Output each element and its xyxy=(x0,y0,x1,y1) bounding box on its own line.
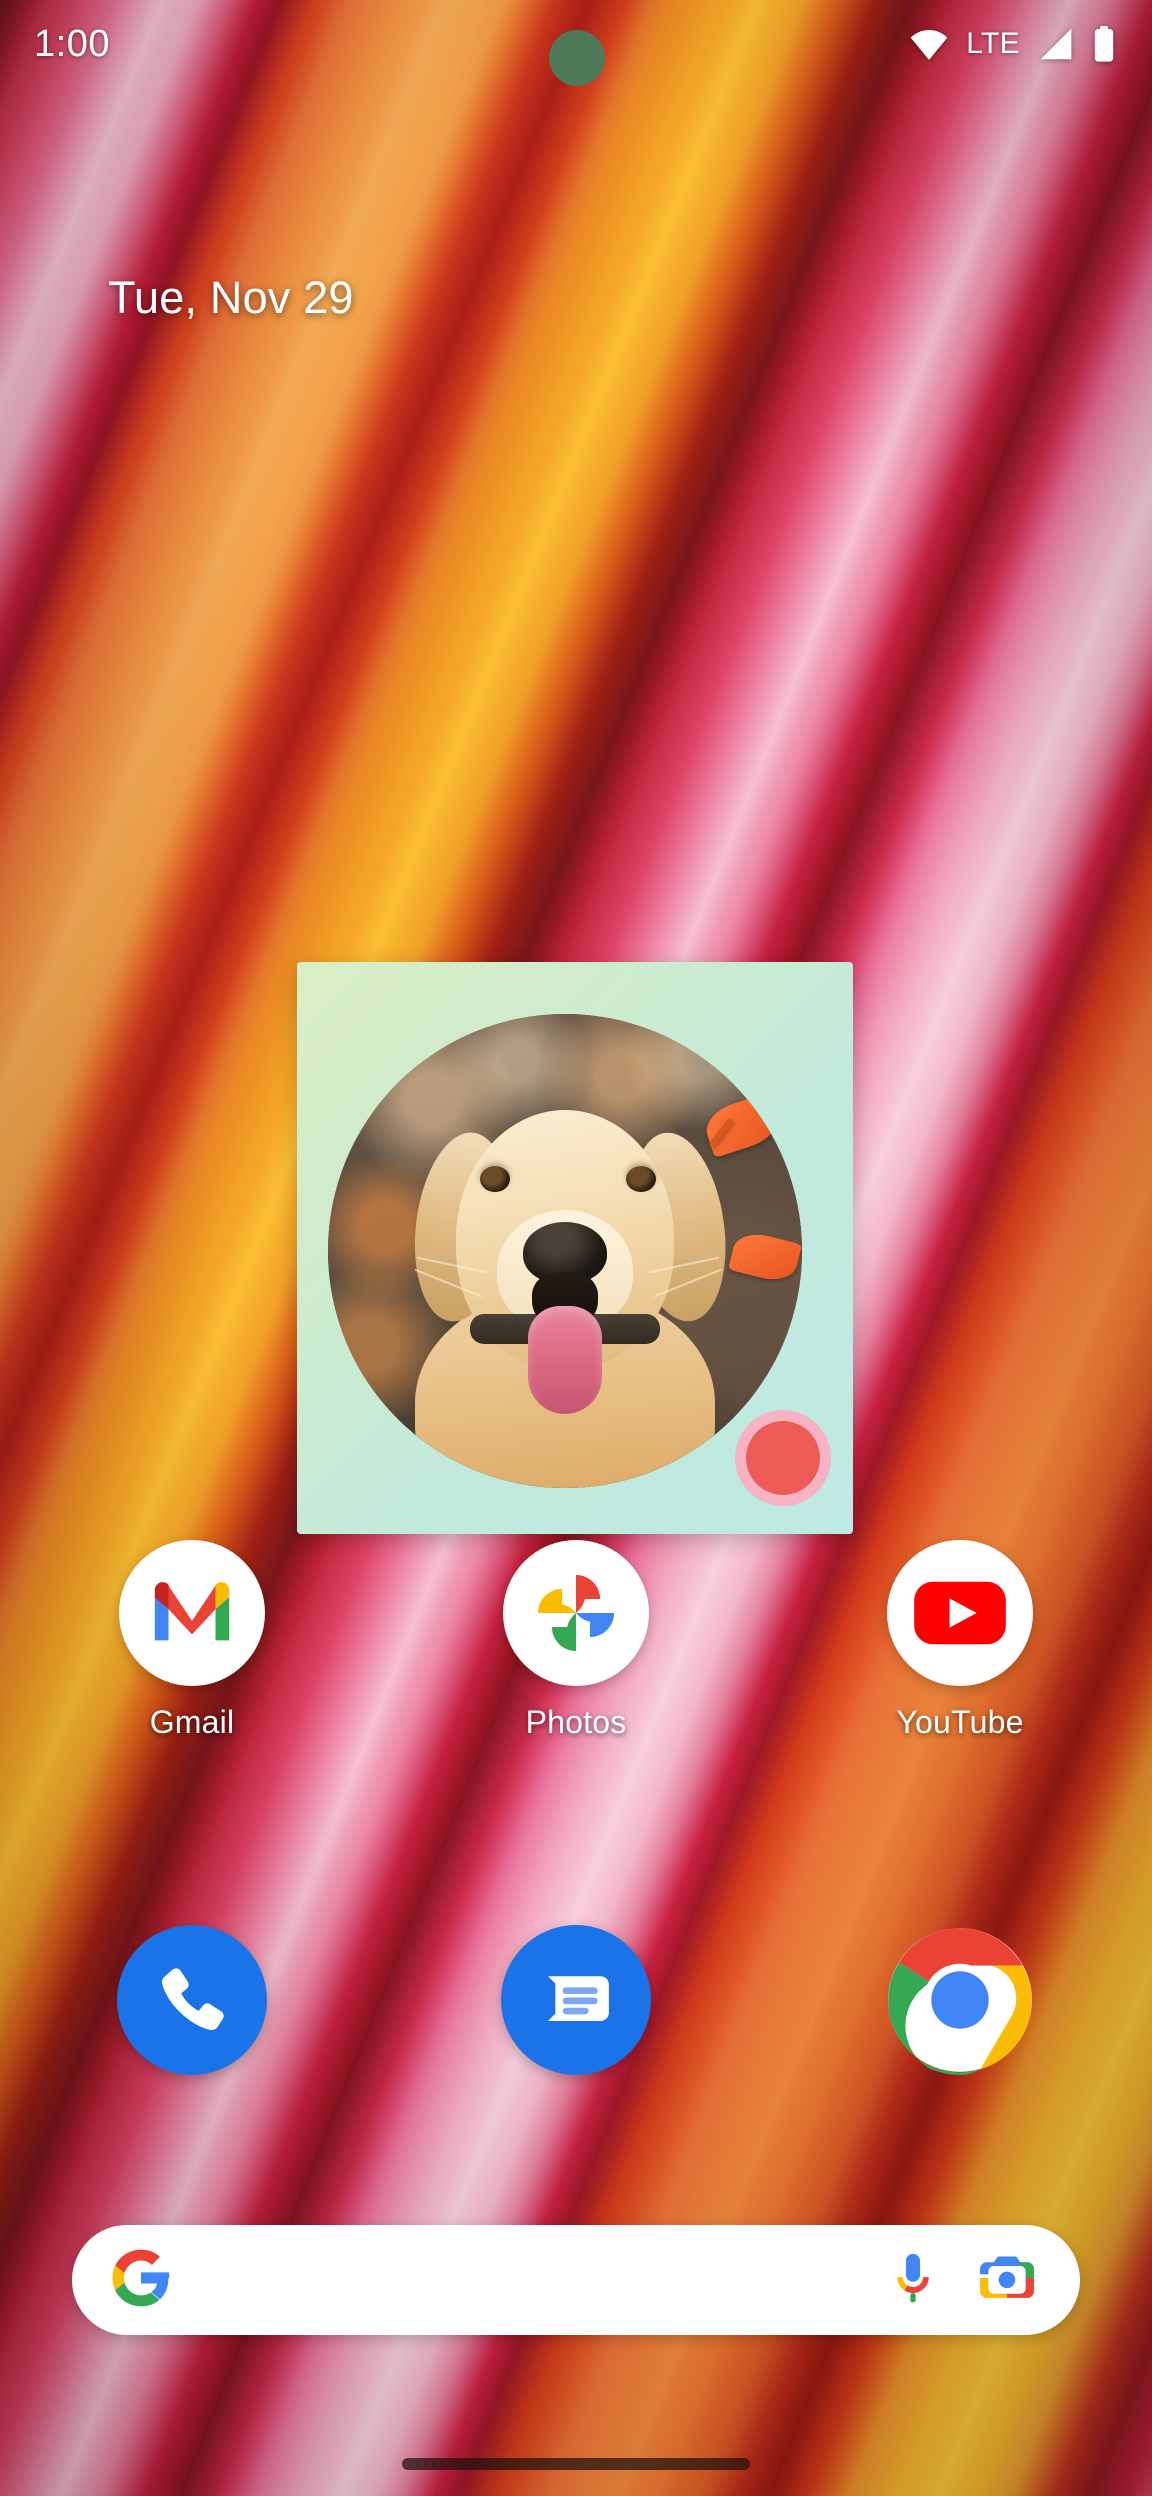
battery-full-icon xyxy=(1092,26,1116,62)
gmail-icon[interactable] xyxy=(119,1540,265,1686)
dock-messages[interactable] xyxy=(384,1925,768,2075)
google-lens-camera-icon[interactable] xyxy=(978,2252,1036,2309)
date-text: Tue, Nov 29 xyxy=(108,272,354,323)
status-clock: 1:00 xyxy=(34,22,110,65)
wifi-icon xyxy=(909,27,949,61)
microphone-icon[interactable] xyxy=(888,2251,938,2310)
app-photos[interactable]: Photos xyxy=(384,1540,768,1741)
dock xyxy=(0,1925,1152,2075)
app-label-youtube: YouTube xyxy=(896,1704,1024,1740)
app-gmail[interactable]: Gmail xyxy=(0,1540,384,1741)
google-g-icon xyxy=(112,2249,170,2312)
google-photos-icon[interactable] xyxy=(503,1540,649,1686)
cell-signal-icon xyxy=(1037,27,1075,61)
home-gesture-pill[interactable] xyxy=(402,2458,750,2470)
app-label-photos: Photos xyxy=(525,1704,627,1740)
messages-icon[interactable] xyxy=(501,1925,651,2075)
chrome-icon[interactable] xyxy=(885,1925,1035,2075)
dock-phone[interactable] xyxy=(0,1925,384,2075)
app-youtube[interactable]: YouTube xyxy=(768,1540,1152,1741)
photo-widget-badge[interactable] xyxy=(735,1410,831,1506)
front-camera-cutout xyxy=(549,30,605,86)
dock-chrome[interactable] xyxy=(768,1925,1152,2075)
network-type-label: LTE xyxy=(966,27,1020,60)
photo-widget-image xyxy=(328,1014,802,1488)
android-home-screen: 1:00 LTE Tue, Nov 29 Gmail Photos YouTub… xyxy=(0,0,1152,2496)
app-grid-row: Gmail Photos YouTube xyxy=(0,1540,1152,1741)
navigation-bar xyxy=(0,2432,1152,2496)
phone-icon[interactable] xyxy=(117,1925,267,2075)
status-indicators: LTE xyxy=(909,26,1116,62)
photo-frame-widget[interactable] xyxy=(297,962,853,1534)
youtube-icon[interactable] xyxy=(887,1540,1033,1686)
google-search-bar[interactable] xyxy=(72,2225,1080,2335)
search-action-icons xyxy=(888,2251,1036,2310)
photo-widget-badge-inner xyxy=(746,1421,820,1495)
date-widget[interactable]: Tue, Nov 29 xyxy=(108,272,354,324)
app-label-gmail: Gmail xyxy=(149,1704,235,1740)
